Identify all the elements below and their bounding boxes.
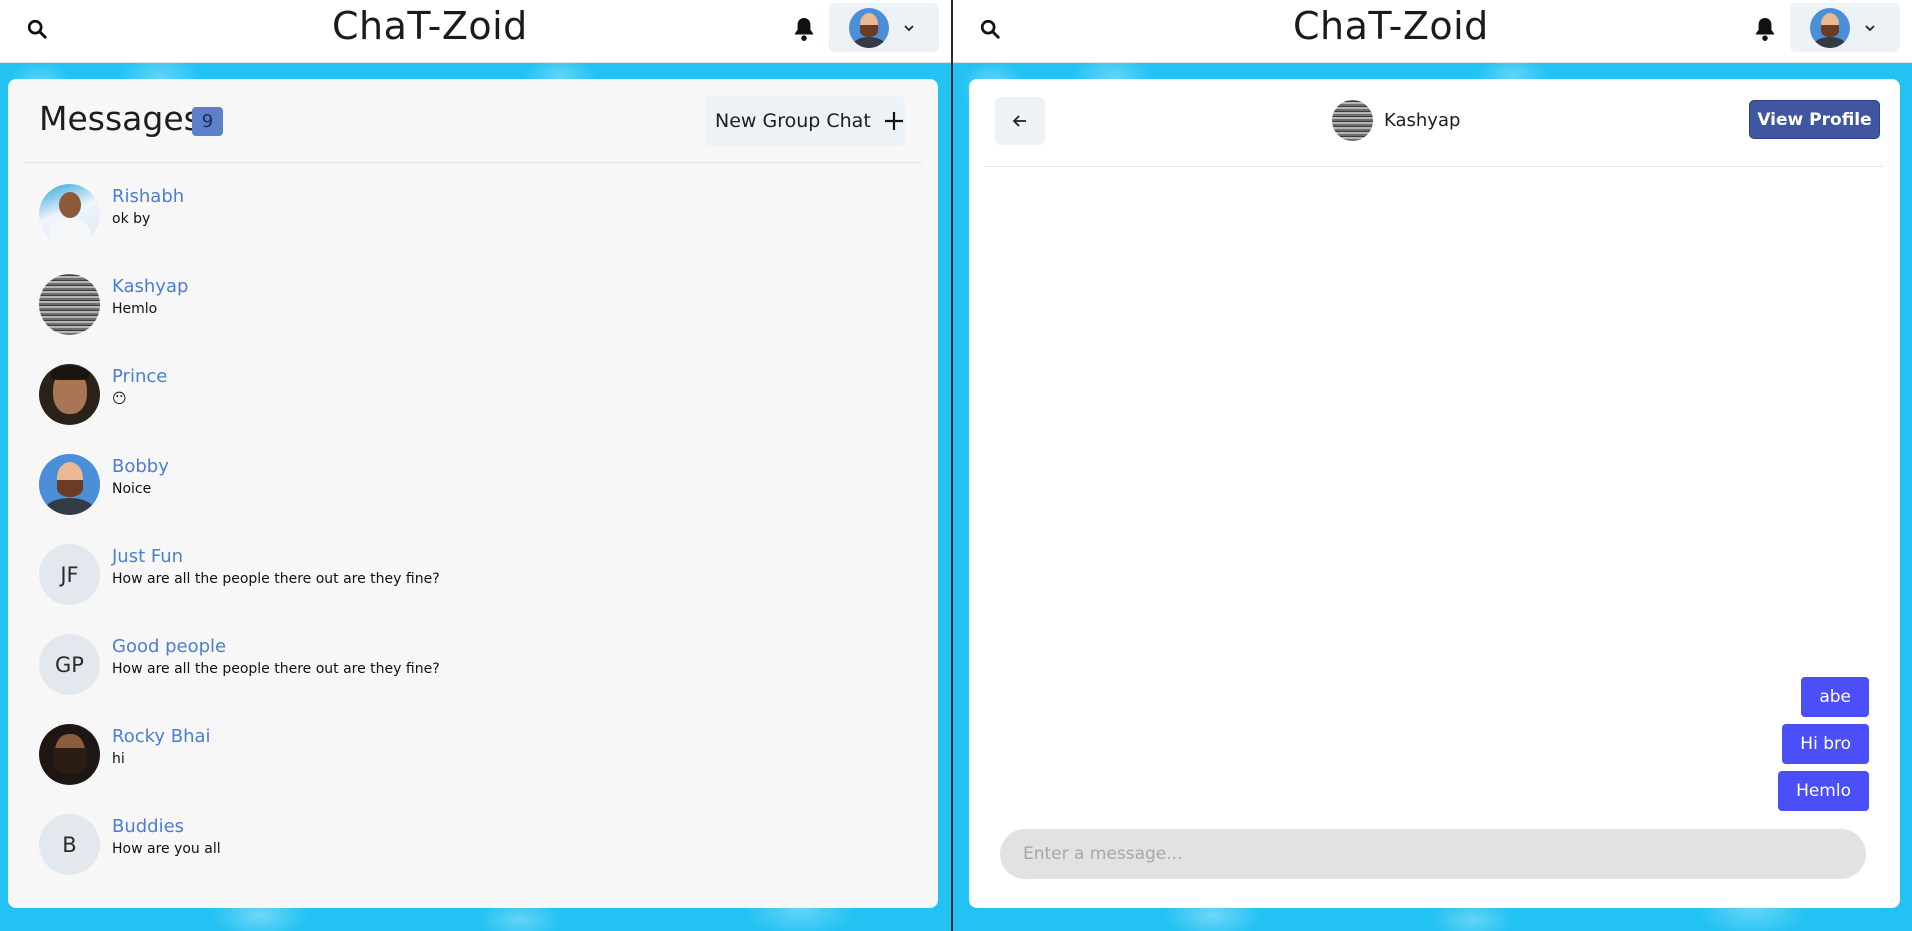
new-group-chat-label: New Group Chat bbox=[715, 110, 871, 132]
chat-name: Just Fun bbox=[112, 546, 184, 567]
chat-name: Rocky Bhai bbox=[112, 726, 211, 747]
chat-window: ChaT-Zoid Kashyap View Profile abe Hi br… bbox=[953, 0, 1912, 931]
chat-name: Good people bbox=[112, 636, 227, 657]
avatar bbox=[1810, 7, 1850, 48]
avatar bbox=[39, 724, 100, 785]
avatar bbox=[849, 7, 889, 48]
plus-icon bbox=[884, 112, 903, 130]
avatar: GP bbox=[39, 634, 100, 695]
arrow-left-icon bbox=[1012, 115, 1026, 127]
bell-icon bbox=[1755, 18, 1775, 41]
message-bubble: Hemlo bbox=[1778, 771, 1869, 811]
message-bubble: Hi bro bbox=[1782, 724, 1869, 764]
avatar bbox=[39, 454, 100, 515]
chat-last-message: Hemlo bbox=[112, 301, 158, 317]
chevron-down-icon bbox=[1865, 24, 1875, 31]
avatar bbox=[1332, 100, 1373, 141]
page-title: Messages bbox=[39, 99, 201, 138]
bell-icon bbox=[794, 18, 814, 41]
avatar: JF bbox=[39, 544, 100, 605]
divider bbox=[24, 162, 922, 163]
top-bar: ChaT-Zoid bbox=[953, 0, 1912, 63]
avatar-art bbox=[39, 454, 100, 515]
avatar bbox=[39, 364, 100, 425]
message-input[interactable] bbox=[1000, 829, 1866, 879]
divider bbox=[984, 166, 1883, 167]
avatar bbox=[39, 184, 100, 245]
chat-list-item[interactable]: B Buddies How are you all bbox=[32, 814, 912, 890]
chat-last-message: 😶 bbox=[112, 391, 127, 407]
search-icon bbox=[27, 19, 47, 39]
profile-menu-button[interactable] bbox=[829, 3, 939, 52]
notifications-button[interactable] bbox=[1751, 14, 1779, 44]
chat-list-window: ChaT-Zoid Messages 9 New Group Chat Rish… bbox=[0, 0, 951, 931]
single-chat-panel: Kashyap View Profile abe Hi bro Hemlo bbox=[969, 79, 1900, 908]
new-group-chat-button[interactable]: New Group Chat bbox=[705, 96, 905, 146]
app-brand: ChaT-Zoid bbox=[1293, 4, 1489, 48]
back-button[interactable] bbox=[995, 97, 1045, 145]
chat-name: Buddies bbox=[112, 816, 185, 837]
chat-list-item[interactable]: GP Good people How are all the people th… bbox=[32, 634, 912, 710]
chat-list-item[interactable]: JF Just Fun How are all the people there… bbox=[32, 544, 912, 620]
chat-last-message: How are all the people there out are the… bbox=[112, 661, 440, 677]
view-profile-button[interactable]: View Profile bbox=[1749, 100, 1880, 139]
chat-list-item[interactable]: Bobby Noice bbox=[32, 454, 912, 530]
chat-name: Bobby bbox=[112, 456, 169, 477]
message-bubble: abe bbox=[1801, 677, 1869, 717]
avatar bbox=[39, 274, 100, 335]
chevron-down-icon bbox=[904, 24, 914, 31]
chat-last-message: How are all the people there out are the… bbox=[112, 571, 440, 587]
chat-name: Rishabh bbox=[112, 186, 185, 207]
search-button[interactable] bbox=[975, 14, 1005, 44]
chat-list-item[interactable]: Kashyap Hemlo bbox=[32, 274, 912, 350]
chat-last-message: Noice bbox=[112, 481, 152, 497]
search-button[interactable] bbox=[22, 14, 52, 44]
chat-last-message: hi bbox=[112, 751, 125, 767]
my-chats-panel: Messages 9 New Group Chat Rishabh ok by … bbox=[8, 79, 938, 908]
avatar: B bbox=[39, 814, 100, 875]
chat-last-message: ok by bbox=[112, 211, 151, 227]
app-brand: ChaT-Zoid bbox=[332, 4, 528, 48]
chat-list-item[interactable]: Rishabh ok by bbox=[32, 184, 912, 260]
top-bar: ChaT-Zoid bbox=[0, 0, 951, 63]
profile-menu-button[interactable] bbox=[1790, 3, 1900, 52]
chat-last-message: How are you all bbox=[112, 841, 221, 857]
chat-header: Kashyap bbox=[1332, 100, 1460, 141]
chat-name: Prince bbox=[112, 366, 168, 387]
notifications-button[interactable] bbox=[790, 14, 818, 44]
chat-name: Kashyap bbox=[112, 276, 189, 297]
chat-list-item[interactable]: Rocky Bhai hi bbox=[32, 724, 912, 800]
chat-list-item[interactable]: Prince 😶 bbox=[32, 364, 912, 440]
search-icon bbox=[980, 19, 1000, 39]
chat-partner-name: Kashyap bbox=[1384, 110, 1461, 131]
unread-count-badge: 9 bbox=[192, 107, 223, 136]
